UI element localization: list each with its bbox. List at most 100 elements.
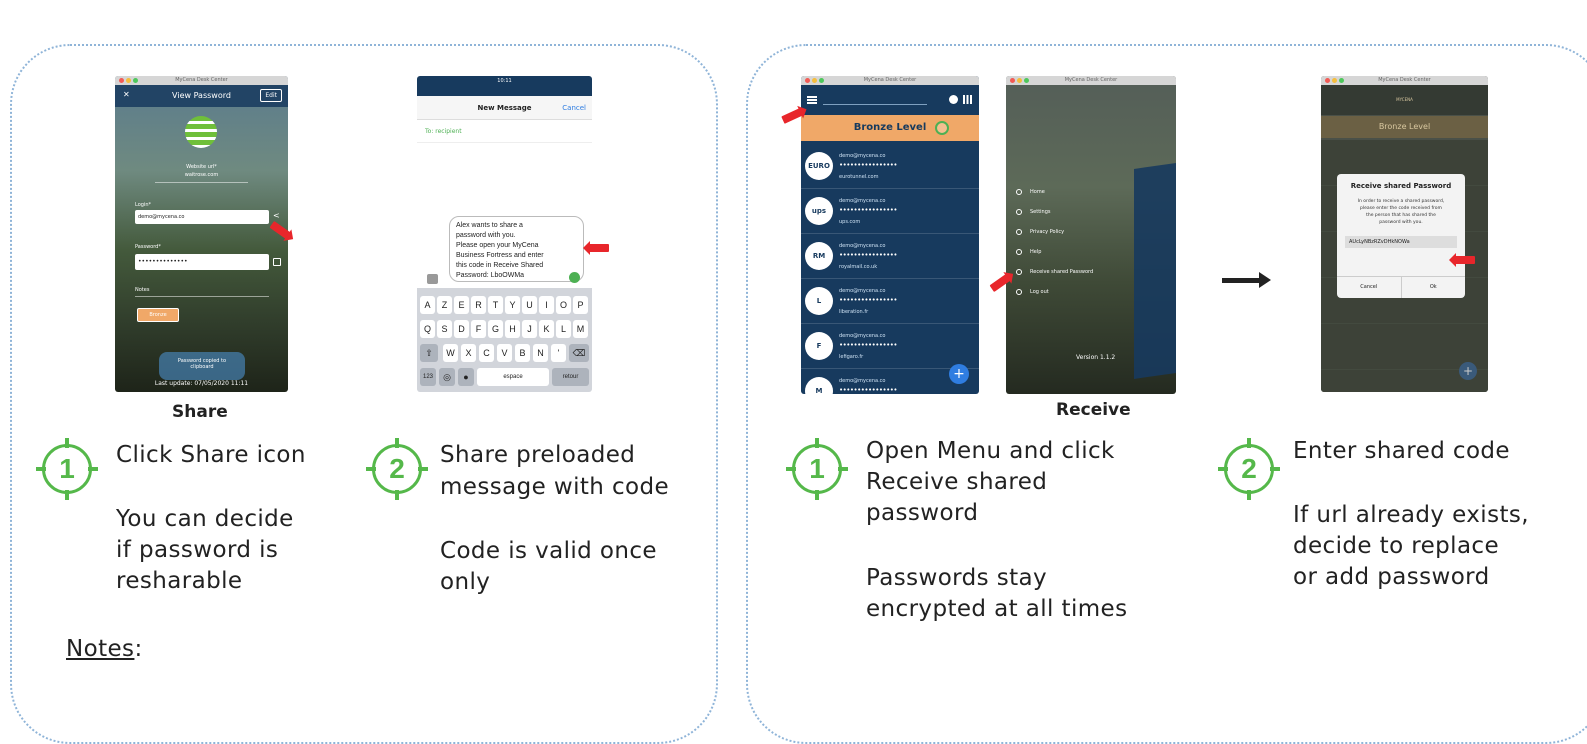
edit-button[interactable]: Edit	[260, 89, 282, 102]
app-preview-panel	[1134, 163, 1176, 379]
key-u[interactable]: U	[522, 296, 537, 314]
password-row[interactable]: Ldemo@mycena.co •••••••••••••••• liberatio…	[801, 279, 979, 324]
cancel-button[interactable]: Cancel	[562, 104, 586, 112]
site-logo-icon: ups	[805, 197, 833, 225]
key-z[interactable]: Z	[437, 296, 452, 314]
copied-toast: Password copied to clipboard	[159, 352, 245, 380]
add-button[interactable]: +	[949, 364, 969, 384]
info-icon[interactable]	[949, 95, 958, 104]
window-title-bar: MyCena Desk Center	[115, 76, 288, 85]
level-next-icon[interactable]	[935, 121, 949, 135]
bubble-line1: Alex wants to share a	[456, 222, 523, 229]
key-y[interactable]: Y	[505, 296, 520, 314]
search-input[interactable]	[823, 95, 927, 105]
login-field[interactable]: demo@mycena.co	[135, 210, 269, 224]
receive-step2-line2: If url already exists,	[1293, 502, 1529, 528]
shift-key[interactable]: ⇧	[420, 344, 438, 362]
dialog-ok-button[interactable]: Ok	[1402, 277, 1466, 298]
send-icon[interactable]	[569, 272, 580, 283]
window-title-bar: MyCena Desk Center	[801, 76, 979, 85]
receive-step1-line2: Receive shared	[866, 469, 1048, 495]
step2-line1: Share preloaded	[440, 442, 636, 468]
key-a[interactable]: A	[420, 296, 435, 314]
copy-icon[interactable]	[273, 258, 281, 266]
apps-icon[interactable]	[427, 274, 438, 284]
key-v[interactable]: V	[497, 344, 512, 362]
message-bubble[interactable]: Alex wants to share a password with you.…	[449, 216, 584, 282]
key-l[interactable]: L	[556, 320, 571, 338]
key-o[interactable]: O	[556, 296, 571, 314]
key-i[interactable]: I	[539, 296, 554, 314]
key-k[interactable]: K	[539, 320, 554, 338]
backspace-key[interactable]: ⌫	[569, 344, 589, 362]
code-input[interactable]: AUcLyNBzRZvDHkNOWa	[1345, 236, 1457, 248]
menu-item-icon	[1016, 269, 1022, 275]
key-j[interactable]: J	[522, 320, 537, 338]
side-menu-screenshot: MyCena Desk Center Home Settings Privacy P…	[1006, 76, 1176, 394]
recipient-field[interactable]: To: recipient	[425, 128, 462, 135]
key-g[interactable]: G	[488, 320, 503, 338]
return-key[interactable]: retour	[552, 368, 589, 386]
menu-item-receive-shared-password[interactable]: Receive shared Password	[1014, 264, 1124, 280]
row-email: demo@mycena.co	[839, 198, 886, 204]
key-c[interactable]: C	[479, 344, 494, 362]
grid-icon[interactable]	[963, 95, 972, 104]
menu-item-settings[interactable]: Settings	[1014, 204, 1124, 220]
globe-key[interactable]: ◎	[439, 368, 455, 386]
view-password-screenshot: MyCena Desk Center ✕ View Password Edit …	[115, 76, 288, 392]
row-password: ••••••••••••••••	[839, 161, 898, 169]
receive-step1-line4: Passwords stay	[866, 565, 1048, 591]
password-list: EURO demo@mycena.co •••••••••••••••• eurotu…	[801, 144, 979, 394]
key-r[interactable]: R	[471, 296, 486, 314]
key-w[interactable]: W	[443, 344, 458, 362]
row-password: ••••••••••••••••	[839, 386, 898, 394]
code-input-pointer	[1455, 256, 1475, 264]
window-title: MyCena Desk Center	[1064, 77, 1118, 83]
password-row[interactable]: ups demo@mycena.co •••••••••••••••• ups.com	[801, 189, 979, 234]
key-n[interactable]: N	[533, 344, 548, 362]
key-m[interactable]: M	[573, 320, 588, 338]
receive-step-number-1: 1	[809, 453, 825, 484]
status-bar: 10:11	[417, 76, 592, 96]
menu-item-help[interactable]: Help	[1014, 244, 1124, 260]
password-value: ••••••••••••••	[138, 258, 188, 265]
new-message-screenshot: 10:11 New Message Cancel To: recipient A…	[417, 76, 592, 392]
key-h[interactable]: H	[505, 320, 520, 338]
mic-key[interactable]: ●	[458, 368, 474, 386]
code-value: AUcLyNBzRZvDHkNOWa	[1349, 239, 1410, 245]
message-pointer	[589, 244, 609, 252]
menu-item-log-out[interactable]: Log out	[1014, 284, 1124, 300]
key-'[interactable]: '	[551, 344, 566, 362]
add-button[interactable]: +	[1459, 362, 1477, 380]
level-badge: Bronze	[137, 308, 179, 322]
dialog-body2: please enter the code received from	[1360, 206, 1442, 211]
menu-item-label: Settings	[1030, 209, 1051, 215]
key-p[interactable]: P	[573, 296, 588, 314]
receive-dialog-screenshot: MyCena Desk Center MYCENA Bronze Level R…	[1321, 76, 1488, 392]
key-q[interactable]: Q	[420, 320, 435, 338]
password-row[interactable]: Fdemo@mycena.co •••••••••••••••• lefigaro.…	[801, 324, 979, 369]
password-row[interactable]: RM demo@mycena.co •••••••••••••••• royalmai…	[801, 234, 979, 279]
website-label: Website url*	[186, 164, 217, 170]
key-b[interactable]: B	[515, 344, 530, 362]
key-d[interactable]: D	[454, 320, 469, 338]
row-site: royalmail.co.uk	[839, 264, 878, 270]
key-s[interactable]: S	[437, 320, 452, 338]
row-email: demo@mycena.co	[839, 333, 886, 339]
dialog-cancel-button[interactable]: Cancel	[1337, 277, 1402, 298]
numbers-key[interactable]: 123	[420, 368, 436, 386]
password-row[interactable]: EURO demo@mycena.co •••••••••••••••• eurotu…	[801, 144, 979, 189]
space-key[interactable]: espace	[477, 368, 549, 386]
key-e[interactable]: E	[454, 296, 469, 314]
menu-item-privacy-policy[interactable]: Privacy Policy	[1014, 224, 1124, 240]
dialog-body4: password with you.	[1379, 220, 1423, 225]
key-t[interactable]: T	[488, 296, 503, 314]
key-f[interactable]: F	[471, 320, 486, 338]
hamburger-menu-icon[interactable]	[807, 96, 817, 104]
level-banner: Bronze Level	[1321, 116, 1488, 138]
password-field[interactable]: ••••••••••••••	[135, 254, 269, 270]
key-x[interactable]: X	[461, 344, 476, 362]
menu-item-home[interactable]: Home	[1014, 184, 1124, 200]
share-icon[interactable]: <	[273, 212, 281, 220]
step-badge-1: 1	[36, 438, 98, 500]
